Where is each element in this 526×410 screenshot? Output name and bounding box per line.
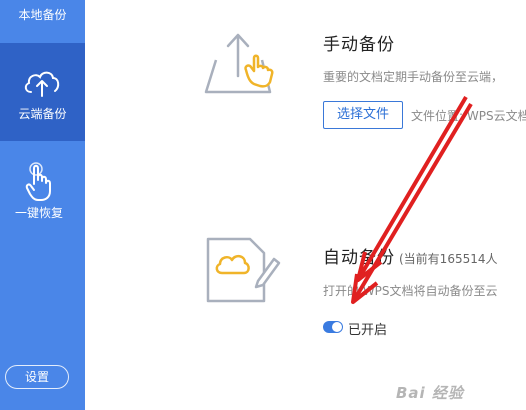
sidebar-item-label: 本地备份 xyxy=(18,8,67,22)
sidebar-item-restore[interactable]: 一键恢复 xyxy=(0,158,85,228)
auto-backup-toggle[interactable] xyxy=(323,321,343,333)
manual-upload-icon xyxy=(202,30,282,100)
manual-backup-description: 重要的文档定期手动备份至云端， xyxy=(323,70,504,84)
sidebar-item-cloud-backup[interactable]: 云端备份 xyxy=(0,43,85,141)
sidebar-item-label: 一键恢复 xyxy=(14,206,63,220)
toggle-knob xyxy=(332,322,342,332)
cloud-upload-icon xyxy=(21,65,63,102)
sidebar: 本地备份 云端备份 一键恢复 设置 xyxy=(0,0,85,410)
auto-backup-subtitle: (当前有165514人 xyxy=(399,252,498,266)
file-location-text: 文件位置: WPS云文档/ xyxy=(411,109,526,123)
toggle-status-label: 已开启 xyxy=(348,323,388,338)
auto-backup-description: 打开的 WPS文档将自动备份至云 xyxy=(323,284,498,298)
settings-button[interactable]: 设置 xyxy=(5,365,69,389)
manual-backup-title: 手动备份 xyxy=(323,35,395,55)
select-file-button[interactable]: 选择文件 xyxy=(323,101,403,129)
sidebar-item-label: 云端备份 xyxy=(18,107,67,121)
watermark: Bai 经验 xyxy=(396,384,464,402)
auto-backup-title: 自动备份 (当前有165514人 xyxy=(323,243,498,268)
auto-cloud-document-icon xyxy=(202,237,282,311)
sidebar-item-local-backup[interactable]: 本地备份 xyxy=(0,0,85,40)
hand-pointer-icon xyxy=(22,162,56,205)
auto-backup-title-text: 自动备份 xyxy=(323,248,395,268)
